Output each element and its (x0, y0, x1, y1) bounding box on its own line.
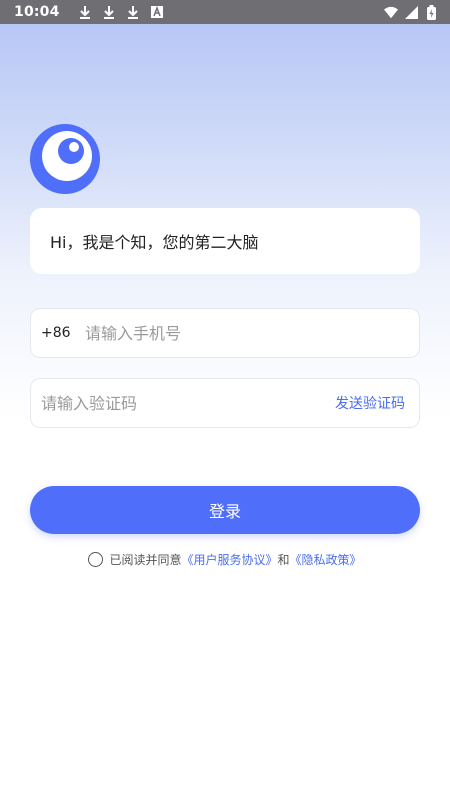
phone-field: +86 (30, 308, 420, 358)
privacy-link[interactable]: 《隐私政策》 (290, 551, 362, 568)
font-icon (150, 5, 164, 19)
send-code-button[interactable]: 发送验证码 (335, 393, 405, 413)
wifi-icon (384, 5, 398, 19)
app-logo (30, 124, 100, 194)
download-icon (78, 5, 92, 19)
notification-icons (78, 5, 164, 19)
download-icon (126, 5, 140, 19)
verification-code-input[interactable] (41, 379, 311, 427)
status-time: 10:04 (14, 4, 60, 20)
agreement-conjunction: 和 (277, 553, 290, 567)
agreement-prefix: 已阅读并同意 (109, 553, 182, 567)
greeting-text: Hi，我是个知，您的第二大脑 (50, 233, 259, 252)
country-code[interactable]: +86 (41, 325, 85, 341)
status-bar: 10:04 (0, 0, 450, 24)
login-button[interactable]: 登录 (30, 486, 420, 534)
agreement-radio[interactable] (88, 552, 104, 567)
system-icons (384, 4, 438, 20)
terms-link[interactable]: 《用户服务协议》 (181, 551, 277, 568)
code-field: 发送验证码 (30, 378, 420, 428)
download-icon (102, 5, 116, 19)
greeting-card: Hi，我是个知，您的第二大脑 (30, 208, 420, 274)
phone-input[interactable] (85, 309, 385, 357)
signal-icon (404, 5, 418, 19)
agreement-row: 已阅读并同意 《用户服务协议》 和 《隐私政策》 (0, 551, 450, 568)
battery-icon (424, 4, 438, 20)
